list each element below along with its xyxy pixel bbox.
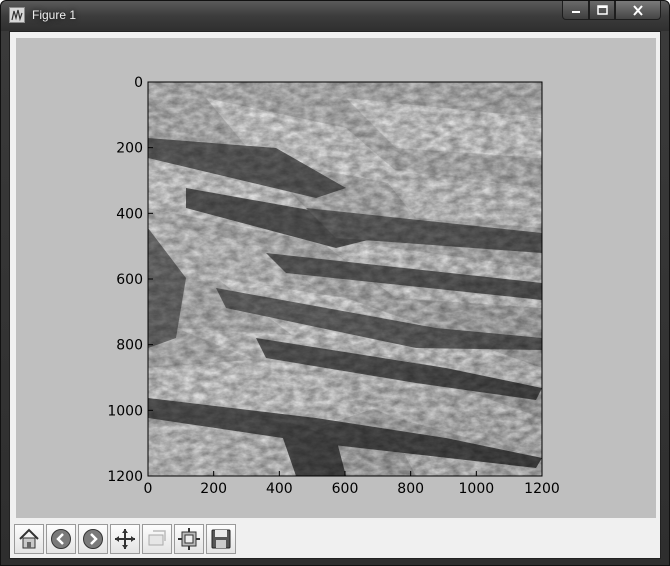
y-tick-label: 400 [116, 206, 143, 222]
minimize-button[interactable] [562, 1, 589, 20]
pan-button[interactable] [110, 524, 140, 554]
zoom-button[interactable] [142, 524, 172, 554]
x-tick-label: 800 [397, 481, 424, 497]
window-title: Figure 1 [32, 8, 77, 22]
maximize-icon [596, 5, 608, 15]
save-disk-icon [211, 529, 231, 549]
y-axis: 0 200 400 600 800 1000 1200 [107, 75, 153, 485]
x-tick-label: 0 [144, 481, 153, 497]
x-tick-label: 400 [266, 481, 293, 497]
figure-canvas[interactable]: 0 200 400 600 800 1000 1200 0 200 400 600 800 1000 1… [16, 38, 656, 518]
close-icon [633, 4, 643, 16]
navigation-toolbar [10, 520, 660, 558]
x-tick-label: 1000 [459, 481, 495, 497]
y-tick-label: 1000 [107, 403, 143, 419]
forward-button[interactable] [78, 524, 108, 554]
back-button[interactable] [46, 524, 76, 554]
x-tick-label: 600 [332, 481, 359, 497]
home-icon [19, 528, 39, 549]
x-tick-label: 1200 [524, 481, 560, 497]
app-window: Figure 1 0 200 400 600 800 1000 1200 0 2… [0, 0, 670, 566]
title-bar[interactable]: Figure 1 [1, 1, 669, 31]
y-tick-label: 0 [134, 75, 143, 91]
home-button[interactable] [14, 524, 44, 554]
forward-arrow-icon [83, 529, 103, 549]
subplots-config-icon [178, 528, 200, 550]
x-tick-label: 200 [200, 481, 227, 497]
save-button[interactable] [206, 524, 236, 554]
plot-axes: 0 200 400 600 800 1000 1200 0 200 400 600 800 1000 1… [107, 75, 560, 497]
pan-arrows-icon [115, 529, 135, 549]
figure-app-icon [9, 7, 25, 23]
minimize-icon [571, 11, 580, 13]
y-tick-label: 600 [116, 272, 143, 288]
y-tick-label: 1200 [107, 469, 143, 485]
figure-client-area: 0 200 400 600 800 1000 1200 0 200 400 600 800 1000 1… [9, 31, 661, 559]
hillshade-image [148, 82, 542, 476]
y-tick-label: 200 [116, 141, 143, 157]
y-tick-label: 800 [116, 338, 143, 354]
zoom-rect-icon [148, 530, 166, 546]
subplots-button[interactable] [174, 524, 204, 554]
maximize-button[interactable] [589, 1, 615, 20]
back-arrow-icon [51, 529, 71, 549]
close-button[interactable] [615, 1, 661, 20]
